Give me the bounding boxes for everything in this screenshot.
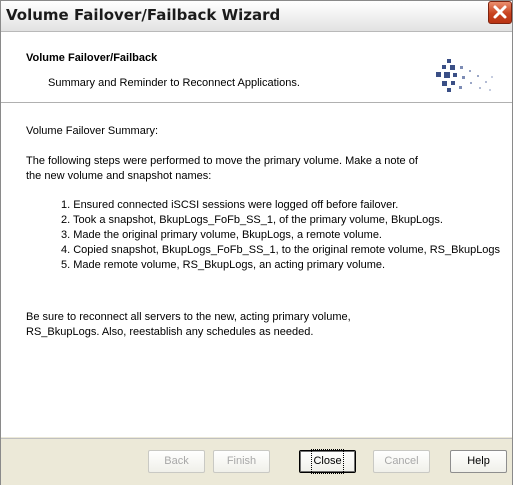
wizard-header: Volume Failover/Failback Summary and Rem… bbox=[1, 32, 512, 103]
header-subtitle: Summary and Reminder to Reconnect Applic… bbox=[48, 77, 300, 89]
finish-button[interactable]: Finish bbox=[213, 450, 270, 473]
help-button[interactable]: Help bbox=[450, 450, 507, 473]
reminder-text-line-2: RS_BkupLogs. Also, reestablish any sched… bbox=[26, 326, 314, 338]
close-window-button[interactable] bbox=[488, 1, 512, 24]
step-item: 5. Made remote volume, RS_BkupLogs, an a… bbox=[61, 259, 386, 271]
close-button[interactable]: Close bbox=[299, 449, 356, 474]
step-item: 4. Copied snapshot, BkupLogs_FoFb_SS_1, … bbox=[61, 244, 501, 256]
step-item: 2. Took a snapshot, BkupLogs_FoFb_SS_1, … bbox=[61, 214, 443, 226]
button-bar: Back Finish Close Cancel Help bbox=[1, 438, 512, 485]
help-button-label: Help bbox=[467, 455, 490, 467]
close-button-label: Close bbox=[311, 449, 344, 474]
step-item: 3. Made the original primary volume, Bku… bbox=[61, 229, 382, 241]
intro-text-line-1: The following steps were performed to mo… bbox=[26, 155, 418, 167]
wizard-window: Volume Failover/Failback Wizard Volume F… bbox=[0, 0, 513, 485]
window-title: Volume Failover/Failback Wizard bbox=[6, 6, 281, 24]
finish-button-label: Finish bbox=[226, 455, 257, 467]
reminder-text-line-1: Be sure to reconnect all servers to the … bbox=[26, 311, 351, 323]
summary-panel: Volume Failover Summary: The following s… bbox=[1, 103, 512, 437]
close-icon bbox=[493, 5, 507, 19]
title-bar[interactable]: Volume Failover/Failback Wizard bbox=[1, 1, 512, 32]
step-item: 1. Ensured connected iSCSI sessions were… bbox=[61, 199, 399, 211]
back-button[interactable]: Back bbox=[148, 450, 205, 473]
header-title: Volume Failover/Failback bbox=[26, 52, 158, 64]
back-button-label: Back bbox=[164, 455, 189, 467]
summary-heading: Volume Failover Summary: bbox=[26, 125, 159, 137]
dotted-diamond-logo-icon bbox=[436, 59, 493, 92]
cancel-button[interactable]: Cancel bbox=[373, 450, 430, 473]
cancel-button-label: Cancel bbox=[384, 455, 419, 467]
intro-text-line-2: the new volume and snapshot names: bbox=[26, 170, 212, 182]
